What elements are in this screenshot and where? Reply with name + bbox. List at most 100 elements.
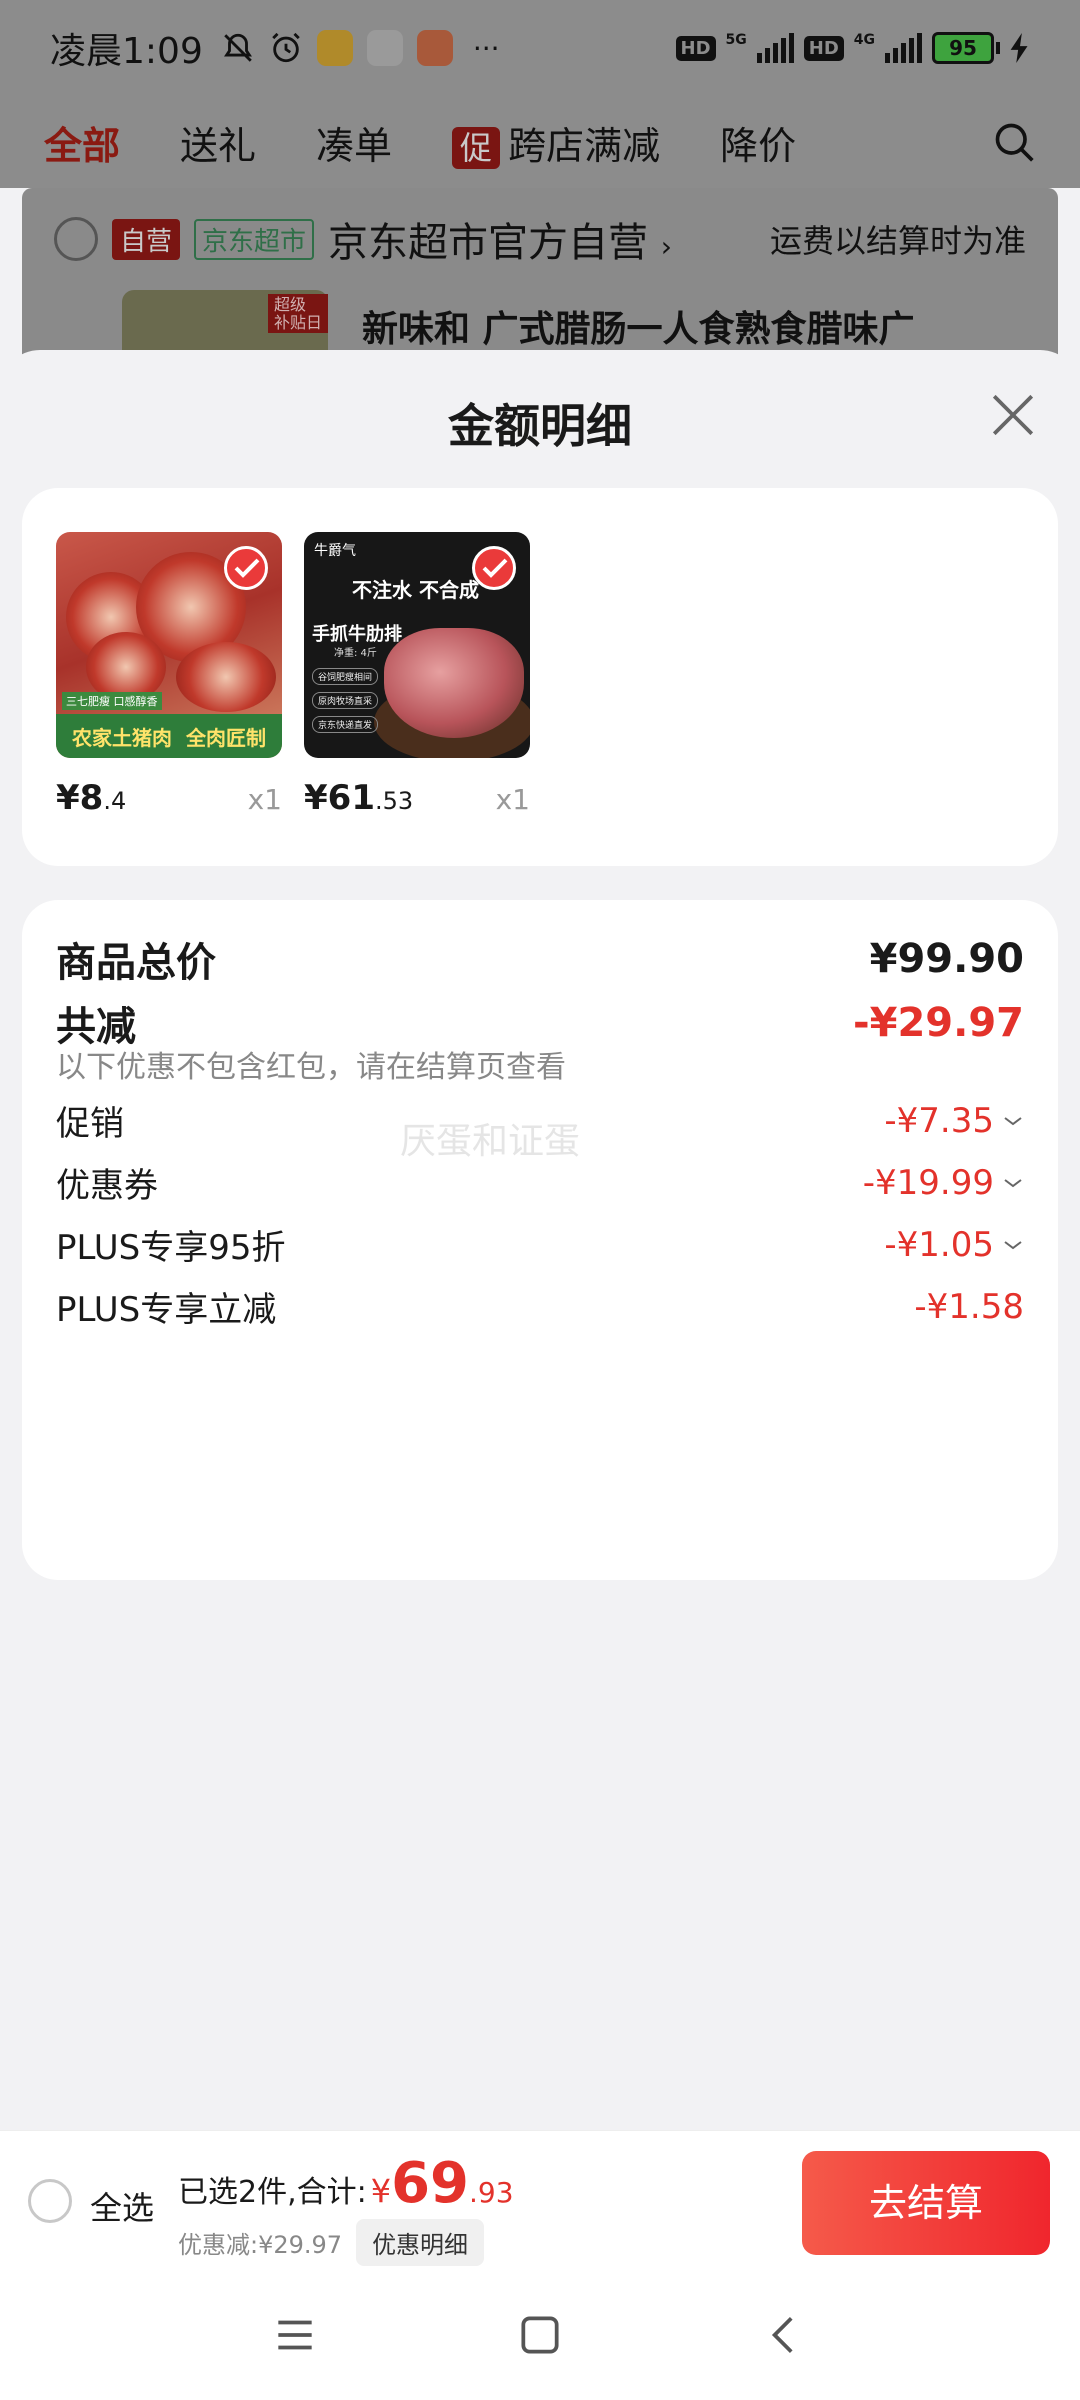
total-line: 已选2件,合计: ¥ 69 .93 [178, 2151, 514, 2216]
image-feature: 谷饲肥瘦相间 [312, 668, 379, 685]
image-product-name: 手抓牛肋排 [312, 624, 402, 645]
price-int: ¥8 [56, 778, 104, 818]
home-icon[interactable] [515, 2310, 565, 2360]
hd-icon-2: HD [803, 35, 844, 61]
reduce-value: -¥29.97 [853, 1000, 1024, 1046]
status-time: 凌晨1:09 [50, 31, 203, 72]
cart-bottom-bar: 全选 已选2件,合计: ¥ 69 .93 优惠减:¥29.97 优惠明细 去结算 [0, 2130, 1080, 2270]
battery-level: 95 [932, 32, 994, 64]
image-band: 农家土猪肉 全肉匠制 [56, 714, 282, 758]
network-4g-label: 4G [853, 32, 875, 48]
signal-icon-2 [885, 33, 922, 63]
tab-all[interactable]: 全部 [44, 115, 120, 170]
discount-detail-button[interactable]: 优惠明细 [356, 2219, 485, 2266]
price-int: ¥61 [304, 778, 375, 818]
product-item[interactable]: 三七肥瘦 口感醇香 农家土猪肉 全肉匠制 ¥8.4 x1 [56, 532, 282, 818]
market-tag: 京东超市 [194, 218, 315, 260]
self-operated-tag: 自营 [112, 218, 181, 260]
store-select-radio[interactable] [54, 217, 98, 261]
store-card: 自营 京东超市 京东超市官方自营 › 运费以结算时为准 超级 补贴日 新味和 广… [22, 188, 1058, 368]
summary-total-row: 商品总价 ¥99.90 [56, 930, 1024, 988]
shop-app-icon [416, 30, 453, 66]
menu-icon[interactable] [270, 2310, 320, 2360]
subsidy-badge: 超级 补贴日 [267, 294, 328, 334]
discount-label: PLUS专享95折 [56, 1228, 286, 1268]
image-feature: 京东快递直发 [312, 716, 379, 733]
product-qty: x1 [495, 783, 530, 816]
price-summary: 商品总价 ¥99.90 共减 -¥29.97 以下优惠不包含红包，请在结算页查看… [22, 900, 1058, 1580]
discount-value: -¥19.99 [862, 1162, 994, 1203]
store-name[interactable]: 京东超市官方自营 › [328, 210, 672, 268]
chevron-right-icon: › [660, 230, 672, 263]
shipping-note: 运费以结算时为准 [769, 222, 1026, 260]
product-price: ¥61.53 [304, 778, 413, 818]
check-icon [224, 546, 268, 590]
signal-icon [756, 33, 794, 63]
discount-label: 促销 [56, 1104, 124, 1144]
weibo-app-icon [316, 30, 353, 66]
product-image-sausage: 三七肥瘦 口感醇香 农家土猪肉 全肉匠制 [56, 532, 282, 758]
tab-cross-store[interactable]: 促跨店满减 [452, 115, 660, 170]
image-weight: 净重: 4斤 [334, 648, 377, 659]
image-feature: 原肉牧场直采 [312, 692, 379, 709]
system-nav-bar [0, 2270, 1080, 2400]
sheet-title: 金额明细 [448, 399, 632, 453]
total-currency: ¥ [370, 2172, 392, 2210]
alarm-icon [272, 32, 300, 63]
total-amount-int: 69 [391, 2151, 470, 2216]
discount-label: 优惠券 [56, 1166, 158, 1206]
image-subtext: 三七肥瘦 口感醇香 [62, 692, 162, 710]
tab-add-on[interactable]: 凑单 [316, 115, 392, 170]
discount-row-promotion[interactable]: 促销 -¥7.35 [56, 1096, 1024, 1145]
discount-total-text: 优惠减:¥29.97 [178, 2231, 343, 2259]
discount-label: PLUS专享立减 [56, 1290, 277, 1330]
amount-detail-sheet: 金额明细 三七肥瘦 口感醇香 农家土猪肉 全肉匠制 ¥8.4 x1 牛爵气 不注水… [0, 350, 1080, 2130]
selected-count-text: 已选2件,合计: [178, 2175, 367, 2210]
check-icon [472, 546, 516, 590]
selected-products: 三七肥瘦 口感醇香 农家土猪肉 全肉匠制 ¥8.4 x1 牛爵气 不注水 不合成 … [22, 488, 1058, 866]
discount-value: -¥1.05 [884, 1224, 994, 1265]
charging-icon [1010, 33, 1028, 63]
more-indicator: ··· [472, 31, 500, 65]
total-value: ¥99.90 [869, 936, 1024, 982]
discount-note: 以下优惠不包含红包，请在结算页查看 [56, 1050, 566, 1085]
price-dec: .53 [374, 787, 414, 815]
promo-tag: 促 [452, 126, 501, 169]
discount-row-plus-95[interactable]: PLUS专享95折 -¥1.05 [56, 1220, 1024, 1269]
discount-value: -¥1.58 [914, 1286, 1024, 1327]
product-image-beef-ribs: 牛爵气 不注水 不合成 手抓牛肋排 净重: 4斤 谷饲肥瘦相间 原肉牧场直采 京… [304, 532, 530, 758]
image-brand: 牛爵气 [314, 543, 356, 559]
discount-row-coupon[interactable]: 优惠券 -¥19.99 [56, 1158, 1024, 1207]
search-icon[interactable] [992, 120, 1036, 164]
close-icon[interactable] [988, 390, 1038, 440]
discount-value: -¥7.35 [884, 1100, 994, 1141]
tab-gift[interactable]: 送礼 [180, 115, 256, 170]
battery-icon: 95 [932, 32, 1000, 64]
chevron-down-icon [1004, 1240, 1022, 1249]
discount-line: 优惠减:¥29.97 优惠明细 [178, 2219, 485, 2266]
image-band-text-2: 全肉匠制 [186, 725, 266, 750]
status-right: HD 5G HD 4G 95 [675, 32, 1031, 64]
top-nav: 全部 送礼 凑单 促跨店满减 降价 [0, 96, 1080, 188]
select-all-radio[interactable] [28, 2179, 72, 2223]
chevron-down-icon [1004, 1178, 1022, 1187]
store-name-text: 京东超市官方自营 [328, 220, 649, 266]
image-slogan: 不注水 不合成 [352, 578, 479, 602]
bell-off-icon [223, 33, 252, 62]
total-label: 商品总价 [56, 940, 216, 986]
checkout-button[interactable]: 去结算 [802, 2151, 1050, 2255]
tab-price-drop[interactable]: 降价 [720, 115, 796, 170]
chevron-down-icon [1004, 1116, 1022, 1125]
status-icons: ··· [221, 30, 500, 66]
product-price: ¥8.4 [56, 778, 126, 818]
product-item[interactable]: 牛爵气 不注水 不合成 手抓牛肋排 净重: 4斤 谷饲肥瘦相间 原肉牧场直采 京… [304, 532, 530, 818]
back-icon[interactable] [760, 2310, 810, 2360]
image-band-text-1: 农家土猪肉 [72, 725, 172, 750]
status-bar: 凌晨1:09 ··· HD 5G HD 4G 95 [0, 0, 1080, 96]
select-all-label[interactable]: 全选 [90, 2183, 154, 2229]
tab-cross-store-label: 跨店满减 [508, 123, 661, 168]
discount-row-plus-reduce: PLUS专享立减 -¥1.58 [56, 1282, 1024, 1331]
hd-icon: HD [675, 35, 716, 61]
network-5g-label: 5G [725, 32, 747, 48]
product-qty: x1 [247, 783, 282, 816]
